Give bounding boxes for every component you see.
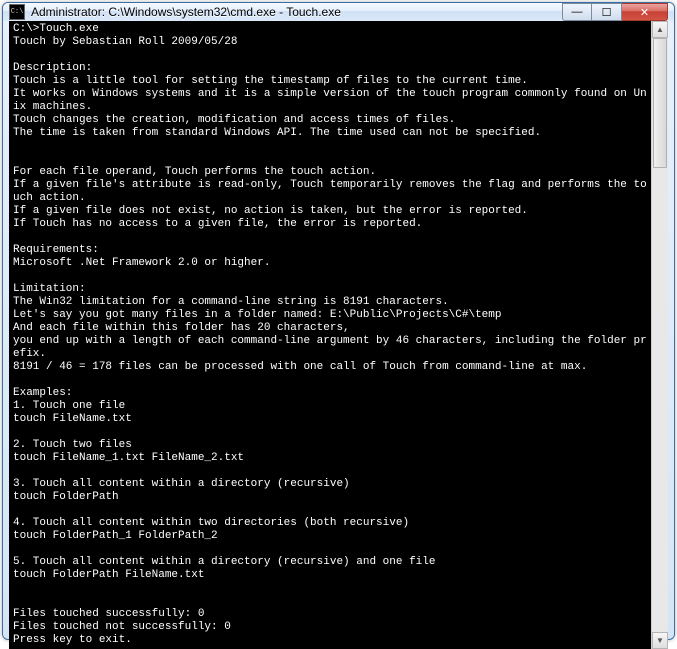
window-title: Administrator: C:\Windows\system32\cmd.e… [31, 5, 562, 19]
close-button[interactable]: ✕ [622, 3, 668, 21]
cmd-icon: C:\ [9, 4, 25, 20]
console-output[interactable]: C:\>Touch.exe Touch by Sebastian Roll 20… [9, 21, 651, 649]
maximize-button[interactable]: ☐ [592, 3, 622, 21]
scroll-up-button[interactable]: ▲ [652, 21, 668, 38]
titlebar[interactable]: C:\ Administrator: C:\Windows\system32\c… [3, 3, 674, 21]
console-area: C:\>Touch.exe Touch by Sebastian Roll 20… [9, 21, 668, 649]
scroll-track[interactable] [652, 38, 668, 632]
vertical-scrollbar[interactable]: ▲ ▼ [651, 21, 668, 649]
window-controls: — ☐ ✕ [562, 3, 668, 21]
minimize-button[interactable]: — [562, 3, 592, 21]
cmd-window: C:\ Administrator: C:\Windows\system32\c… [2, 2, 675, 640]
scroll-down-button[interactable]: ▼ [652, 632, 668, 649]
scroll-thumb[interactable] [653, 38, 667, 168]
